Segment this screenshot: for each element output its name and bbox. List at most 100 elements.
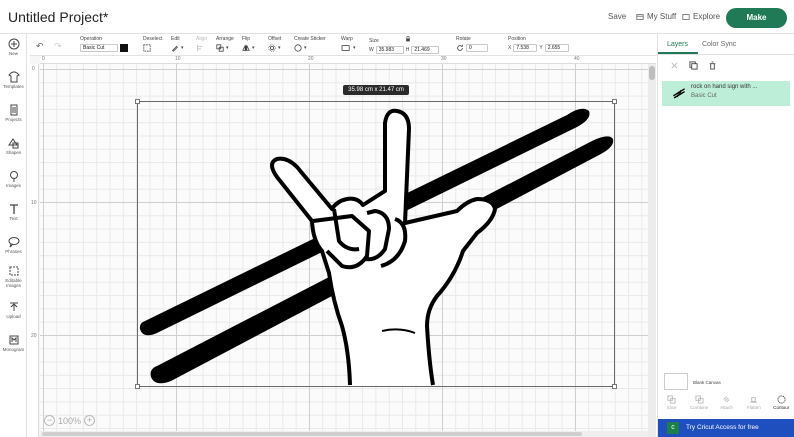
shapes-icon	[7, 138, 18, 149]
projects-icon	[10, 104, 17, 116]
color-swatch[interactable]	[120, 44, 128, 52]
nav-projects[interactable]: Projects	[0, 104, 27, 122]
resize-handle-tr[interactable]	[612, 99, 617, 104]
lightbulb-icon	[9, 171, 18, 182]
vertical-scroll-thumb[interactable]	[649, 66, 655, 80]
x-input[interactable]: 7.538	[513, 44, 538, 52]
text-icon	[9, 204, 18, 214]
height-input[interactable]: 21.469	[411, 46, 440, 54]
rotate-group: Rotate 0	[456, 36, 488, 52]
slice-label: Slice	[666, 405, 677, 410]
group-icon[interactable]	[670, 61, 679, 70]
arrange-group[interactable]: Arrange ▾	[216, 36, 234, 52]
align-group[interactable]: Align	[196, 36, 207, 52]
ruler-left-tick: 20	[31, 333, 37, 339]
my-stuff-link[interactable]: My Stuff	[636, 12, 676, 21]
nav-images[interactable]: Images	[0, 170, 27, 188]
deselect-icon	[143, 44, 151, 52]
tab-color-sync[interactable]: Color Sync	[702, 41, 736, 48]
arrange-label: Arrange	[216, 36, 234, 42]
undo-icon[interactable]: ↶	[36, 41, 44, 52]
chevron-down-icon: ▾	[181, 45, 184, 51]
y-input[interactable]: 2.655	[544, 44, 569, 52]
layer-bottom-tools: Slice Combine Attach Flatten Contour	[658, 393, 794, 417]
lock-icon[interactable]	[405, 36, 411, 42]
rotate-input[interactable]: 0	[466, 44, 488, 52]
layer-operation: Basic Cut	[691, 93, 717, 99]
tab-layers[interactable]: Layers	[667, 41, 688, 48]
save-label: Save	[608, 12, 627, 21]
top-header: Untitled Project* Save My Stuff Explore …	[0, 0, 794, 34]
contour-tool[interactable]: Contour	[770, 393, 792, 417]
nav-text[interactable]: Text	[0, 203, 27, 221]
make-button[interactable]: Make	[726, 8, 787, 28]
offset-group[interactable]: Offset ▾	[268, 36, 281, 52]
project-title[interactable]: Untitled Project*	[8, 9, 108, 25]
operation-value: Basic Cut	[83, 45, 105, 51]
offset-label: Offset	[268, 36, 282, 42]
operation-select[interactable]: Basic Cut	[80, 44, 118, 52]
size-label: Size	[369, 38, 379, 44]
layer-item[interactable]: rock on hand sign with ... Basic Cut	[662, 81, 790, 106]
ruler-top-tick: 20	[308, 56, 314, 62]
warp-icon	[341, 45, 350, 51]
combine-tool[interactable]: Combine	[688, 393, 710, 417]
flatten-tool[interactable]: Flatten	[743, 393, 765, 417]
resize-handle-bl[interactable]	[135, 384, 140, 389]
ruler-left: 0 10 20	[30, 64, 39, 437]
nav-upload[interactable]: Upload	[0, 301, 27, 319]
chevron-down-icon: ▾	[278, 45, 281, 51]
deselect-label: Deselect	[143, 36, 163, 42]
nav-editable-images[interactable]: Editable Images	[0, 265, 27, 288]
chevron-down-icon: ▾	[226, 45, 229, 51]
zoom-out-button[interactable]: −	[44, 415, 55, 426]
nav-shapes[interactable]: Shapes	[0, 137, 27, 155]
chevron-down-icon: ▾	[304, 45, 307, 51]
cricut-access-banner[interactable]: c Try Cricut Access for free	[658, 419, 794, 437]
warp-label: Warp	[341, 36, 353, 42]
save-link[interactable]: Save	[608, 12, 626, 21]
width-input[interactable]: 35.983	[375, 46, 404, 54]
horizontal-scrollbar[interactable]	[40, 431, 648, 437]
edit-group[interactable]: Edit ▾	[171, 36, 184, 52]
duplicate-icon[interactable]	[689, 61, 698, 70]
position-label: Position	[508, 36, 526, 42]
ruler-top: 0 10 20 30 40	[40, 56, 656, 64]
blank-canvas-swatch[interactable]	[664, 373, 688, 390]
slice-tool[interactable]: Slice	[661, 393, 683, 417]
nav-monogram-label: Monogram	[2, 347, 25, 352]
ruler-top-tick: 0	[42, 56, 45, 62]
nav-text-label: Text	[9, 216, 18, 221]
nav-templates[interactable]: Templates	[0, 71, 27, 89]
resize-handle-tl[interactable]	[135, 99, 140, 104]
speech-bubble-icon	[8, 237, 19, 248]
redo-icon[interactable]: ↷	[54, 41, 62, 52]
explore-link[interactable]: Explore	[682, 12, 720, 21]
flip-group[interactable]: Flip ▾	[242, 36, 255, 52]
vertical-scrollbar[interactable]	[648, 64, 656, 437]
align-icon	[197, 44, 203, 52]
arrange-icon	[216, 44, 224, 52]
left-nav: New Templates Projects Shapes Images Tex…	[0, 34, 27, 437]
zoom-in-button[interactable]: +	[84, 415, 96, 426]
flatten-label: Flatten	[746, 405, 761, 410]
selection-box[interactable]	[137, 101, 615, 387]
deselect-group[interactable]: Deselect	[143, 36, 162, 52]
warp-group[interactable]: Warp ▾	[341, 36, 356, 52]
nav-new[interactable]: New	[0, 38, 27, 56]
ruler-left-tick: 0	[32, 66, 35, 72]
attach-icon	[723, 396, 730, 403]
attach-tool[interactable]: Attach	[715, 393, 737, 417]
edit-toolbar: ↶ ↷ Operation Basic Cut Deselect Edit ▾ …	[30, 34, 658, 56]
resize-handle-br[interactable]	[612, 384, 617, 389]
plus-circle-icon	[8, 38, 19, 50]
nav-monogram[interactable]: Monogram	[0, 334, 27, 352]
horizontal-scroll-thumb[interactable]	[42, 432, 582, 436]
explore-icon	[682, 13, 690, 20]
contour-icon	[777, 395, 786, 404]
trash-icon[interactable]	[708, 61, 717, 70]
nav-phrases[interactable]: Phrases	[0, 236, 27, 254]
nav-images-label: Images	[6, 183, 21, 188]
nav-new-label: New	[8, 51, 18, 56]
create-sticker-group[interactable]: Create Sticker ▾	[294, 36, 326, 52]
